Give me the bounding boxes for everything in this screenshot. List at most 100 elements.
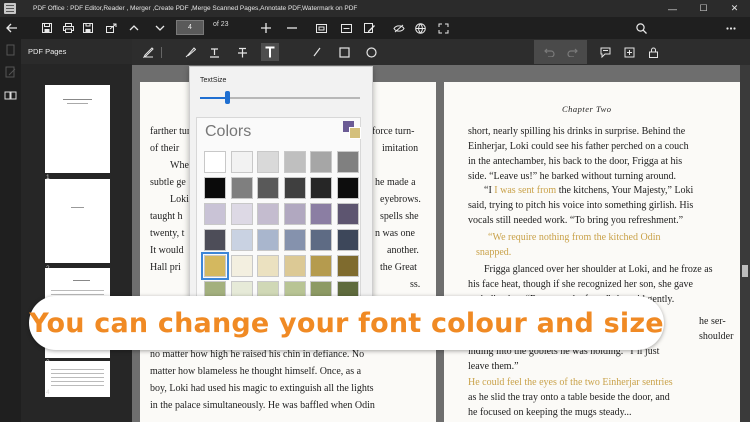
color-swatch[interactable] <box>257 255 279 277</box>
color-swatch[interactable] <box>230 177 253 199</box>
text-line: in the antechamber, his back to the door… <box>468 156 683 167</box>
color-swatch[interactable] <box>283 255 306 277</box>
chevron-up-icon[interactable] <box>126 17 142 39</box>
undo-icon[interactable] <box>540 43 558 61</box>
text-line: Hall pri <box>150 262 181 273</box>
text-size-slider-thumb[interactable] <box>225 91 231 104</box>
back-arrow-icon[interactable] <box>4 17 20 39</box>
circle-tool-icon[interactable] <box>362 43 380 61</box>
color-swatch[interactable] <box>336 255 359 277</box>
text-line: Einherjar, Loki could see his father per… <box>468 141 689 152</box>
color-swatch[interactable] <box>283 203 306 225</box>
text-line: twenty, t <box>150 228 185 239</box>
color-swatch[interactable] <box>257 229 279 251</box>
color-swatch[interactable] <box>336 229 359 251</box>
zoom-in-icon[interactable] <box>258 17 274 39</box>
color-swatch[interactable] <box>257 151 279 173</box>
text-line: matter how blameless he thought himself.… <box>150 366 362 377</box>
book-view-icon[interactable] <box>4 89 17 102</box>
color-swatch[interactable] <box>283 229 306 251</box>
color-swatch[interactable] <box>310 151 332 173</box>
underline-tool-icon[interactable] <box>205 43 223 61</box>
window-title: PDF Office : PDF Editor,Reader , Merger … <box>33 5 358 12</box>
search-icon[interactable] <box>633 17 649 39</box>
zoom-out-icon[interactable] <box>284 17 300 39</box>
text-line: He could feel the eyes of the two Einher… <box>468 377 673 388</box>
color-swatch[interactable] <box>310 177 332 199</box>
color-preview-icon <box>343 121 361 139</box>
edit-icon[interactable] <box>361 17 377 39</box>
undo-redo-group <box>534 40 587 64</box>
chevron-down-icon[interactable] <box>152 17 168 39</box>
more-icon[interactable] <box>723 17 739 39</box>
scrollbar-thumb[interactable] <box>742 265 748 277</box>
title-bar: PDF Office : PDF Editor,Reader , Merger … <box>0 0 750 17</box>
page-total-label: of 23 <box>213 21 229 28</box>
redo-icon[interactable] <box>563 43 581 61</box>
text-line: his face heat, though if she recognized … <box>468 279 693 290</box>
save-as-icon[interactable] <box>80 17 96 39</box>
color-swatch[interactable] <box>336 151 359 173</box>
text-line: he made a <box>375 177 416 188</box>
lock-icon[interactable] <box>644 43 662 61</box>
color-swatch[interactable] <box>283 177 306 199</box>
pdf-pages-sidebar: PDF Pages 1 2 3 4 <box>21 39 132 422</box>
color-swatch[interactable] <box>283 151 306 173</box>
highlighted-text: I was sent from <box>494 185 557 196</box>
page-thumbnail[interactable] <box>45 85 110 173</box>
color-swatch[interactable] <box>257 177 279 199</box>
color-swatch[interactable] <box>201 252 229 280</box>
globe-icon[interactable] <box>412 17 428 39</box>
annotations-panel-icon[interactable] <box>4 66 17 79</box>
minimize-button[interactable]: — <box>657 0 688 17</box>
text-line: another. <box>387 245 419 256</box>
color-swatch[interactable] <box>230 151 253 173</box>
page-thumbnail[interactable] <box>45 179 110 263</box>
print-icon[interactable] <box>60 17 76 39</box>
color-swatch[interactable] <box>310 255 332 277</box>
rectangle-tool-icon[interactable] <box>335 43 353 61</box>
text-line: vocals still needed work. “To bring you … <box>468 215 684 226</box>
color-swatch[interactable] <box>336 177 359 199</box>
text-line: leave them.” <box>468 361 519 372</box>
text-line: Loki <box>170 194 189 205</box>
page-thumbnail[interactable] <box>45 361 110 397</box>
maximize-button[interactable]: ☐ <box>688 0 719 17</box>
annotation-toolbar <box>132 39 750 65</box>
comment-icon[interactable] <box>596 43 614 61</box>
text-tool-icon[interactable] <box>261 43 279 61</box>
color-swatch[interactable] <box>336 203 359 225</box>
save-icon[interactable] <box>39 17 55 39</box>
fit-width-icon[interactable] <box>338 17 354 39</box>
color-swatch[interactable] <box>257 203 279 225</box>
app-logo-icon <box>4 3 16 14</box>
color-swatch[interactable] <box>204 151 226 173</box>
strikethrough-tool-icon[interactable] <box>233 43 251 61</box>
pages-panel-icon[interactable] <box>4 44 17 57</box>
text-line: eyebrows. <box>380 194 421 205</box>
text-line: in the palace simultaneously. He was baf… <box>150 400 375 411</box>
stamp-icon[interactable] <box>620 43 638 61</box>
color-swatch[interactable] <box>204 203 226 225</box>
color-swatch[interactable] <box>204 229 226 251</box>
color-swatch[interactable] <box>230 229 253 251</box>
color-swatch[interactable] <box>204 177 226 199</box>
text-line: the Great <box>380 262 417 273</box>
fit-page-icon[interactable] <box>313 17 329 39</box>
color-swatch[interactable] <box>310 229 332 251</box>
share-icon[interactable] <box>103 17 119 39</box>
color-swatch[interactable] <box>230 203 253 225</box>
hide-icon[interactable] <box>391 17 407 39</box>
line-tool-icon[interactable] <box>308 43 326 61</box>
color-swatch[interactable] <box>230 255 253 277</box>
chapter-title: Chapter Two <box>562 104 612 114</box>
sidebar-title: PDF Pages <box>28 47 67 56</box>
text-line: short, nearly spilling his drinks in sur… <box>468 126 686 137</box>
vertical-scrollbar[interactable] <box>740 65 750 422</box>
fit-icon[interactable] <box>435 17 451 39</box>
highlighter-tool-icon[interactable] <box>181 43 199 61</box>
page-number-input[interactable]: 4 <box>176 20 204 35</box>
pen-tool-icon[interactable] <box>139 43 157 61</box>
close-button[interactable]: ✕ <box>719 0 750 17</box>
color-swatch[interactable] <box>310 203 332 225</box>
